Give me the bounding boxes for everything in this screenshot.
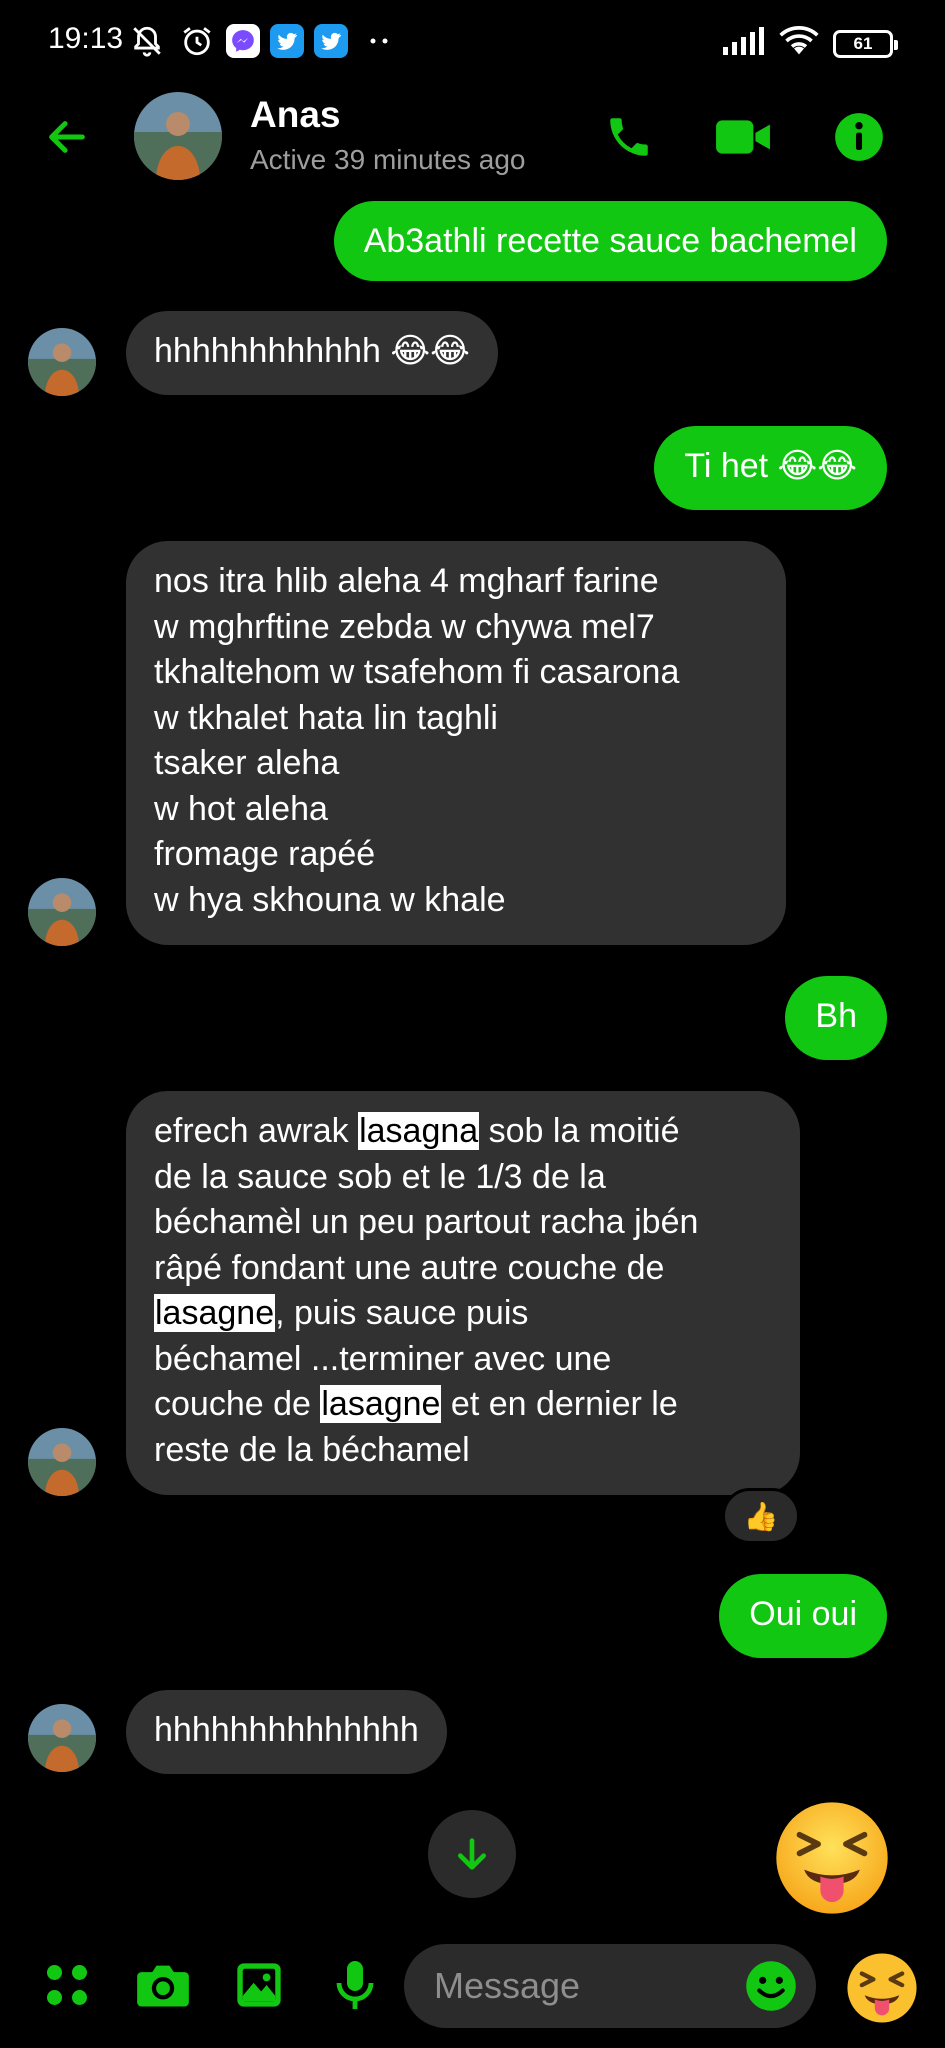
message-field[interactable] (404, 1944, 816, 2028)
avatar[interactable] (28, 328, 96, 396)
signal-icon (721, 27, 765, 60)
phone-icon (610, 118, 648, 156)
info-button[interactable] (828, 106, 890, 168)
sent-emoji-sticker[interactable] (774, 1800, 890, 1916)
voice-message-button[interactable] (324, 1954, 386, 2016)
avatar[interactable] (134, 92, 222, 180)
avatar[interactable] (28, 1428, 96, 1496)
smiley-icon (746, 1961, 796, 2011)
message-bubble-incoming[interactable]: efrech awrak lasagna sob la moitié de la… (126, 1091, 800, 1495)
message-text: efrech awrak (154, 1112, 359, 1150)
message-bubble-outgoing[interactable]: Oui oui (719, 1574, 887, 1658)
info-icon (835, 113, 883, 161)
contact-active-status: Active 39 minutes ago (250, 144, 526, 175)
voice-call-button[interactable] (598, 106, 660, 168)
message-input[interactable] (434, 1944, 734, 2028)
quick-reaction-button[interactable] (846, 1952, 918, 2024)
video-call-button[interactable] (712, 106, 774, 168)
avatar[interactable] (28, 1704, 96, 1772)
emoji-picker-button[interactable] (744, 1959, 798, 2013)
twitter-icon (270, 24, 304, 58)
squinting-tongue-emoji-icon (776, 1802, 888, 1914)
message-bubble-incoming[interactable]: hhhhhhhhhhhh 😂😂 (126, 311, 498, 395)
message-bubble-outgoing[interactable]: Ab3athli recette sauce bachemel (333, 201, 887, 281)
message-composer (0, 1934, 945, 2048)
status-bar: 19:13 61 (0, 0, 945, 84)
camera-icon (137, 1965, 189, 2007)
arrow-left-icon (49, 121, 85, 153)
scroll-to-bottom-button[interactable] (428, 1810, 516, 1898)
search-highlight: lasagne (320, 1385, 442, 1423)
dnd-off-icon (130, 24, 164, 58)
battery-icon: 61 (833, 29, 898, 58)
squinting-tongue-emoji-icon (847, 1953, 917, 2023)
status-time: 19:13 (48, 22, 124, 55)
message-bubble-outgoing[interactable]: Bh (785, 976, 887, 1060)
more-dots-icon (362, 24, 396, 58)
microphone-icon (336, 1961, 374, 2009)
arrow-down-icon (458, 1838, 486, 1870)
message-reaction[interactable]: 👍 (722, 1488, 800, 1544)
message-bubble-incoming[interactable]: nos itra hlib aleha 4 mgharf farine w mg… (126, 541, 786, 945)
gallery-button[interactable] (228, 1954, 290, 2016)
back-button[interactable] (38, 108, 96, 166)
video-camera-icon (716, 120, 770, 154)
camera-button[interactable] (132, 1954, 194, 2016)
message-bubble-incoming[interactable]: hhhhhhhhhhhhhh (126, 1690, 447, 1774)
search-highlight: lasagne (154, 1294, 276, 1332)
twitter-icon (314, 24, 348, 58)
avatar[interactable] (28, 878, 96, 946)
contact-name[interactable]: Anas (250, 94, 340, 136)
more-actions-button[interactable] (36, 1954, 98, 2016)
message-bubble-outgoing[interactable]: Ti het 😂😂 (654, 426, 887, 510)
wifi-icon (779, 26, 819, 61)
search-highlight: lasagna (358, 1112, 480, 1150)
grid-dots-icon (47, 1965, 87, 2005)
image-icon (237, 1963, 281, 2007)
messenger-icon (226, 24, 260, 58)
chat-header: Anas Active 39 minutes ago (0, 84, 945, 192)
alarm-icon (180, 24, 214, 58)
